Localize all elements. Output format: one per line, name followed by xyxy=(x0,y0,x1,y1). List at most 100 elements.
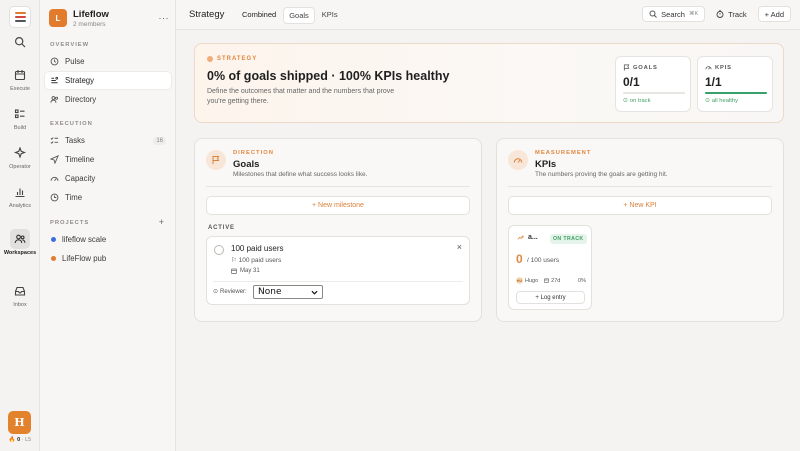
log-entry-button[interactable]: + Log entry xyxy=(516,291,585,304)
rail-build[interactable]: Build xyxy=(0,104,40,131)
rail-label: Inbox xyxy=(13,302,27,308)
workspace-header[interactable]: L Lifeflow 2 members ··· xyxy=(49,7,169,29)
section-overview: OVERVIEW xyxy=(50,42,90,48)
kpis-stat-status: ⊙ all healthy xyxy=(705,98,738,104)
status-badge: ON TRACK xyxy=(550,234,587,244)
user-avatar[interactable]: H xyxy=(8,411,31,434)
view-tabs: Combined Goals KPIs xyxy=(237,7,343,24)
new-milestone-button[interactable]: + New milestone xyxy=(206,196,470,215)
tab-goals[interactable]: Goals xyxy=(283,7,315,24)
kpis-progress-fill xyxy=(705,92,767,94)
add-label: + Add xyxy=(764,9,784,19)
kpis-card-title: KPIs xyxy=(535,159,557,170)
goals-card-description: Milestones that define what success look… xyxy=(233,171,368,178)
rail-inbox[interactable]: Inbox xyxy=(0,281,40,308)
close-icon[interactable]: × xyxy=(457,242,462,252)
search-shortcut: ⌘K xyxy=(688,11,699,17)
milestone-title[interactable]: 100 paid users xyxy=(231,244,283,253)
nav-label: Time xyxy=(65,193,83,202)
kpis-card: MEASUREMENT KPIs The numbers proving the… xyxy=(496,138,784,322)
milestone-checkbox[interactable] xyxy=(214,245,224,255)
rail-operator[interactable]: Operator xyxy=(0,143,40,170)
topbar-actions: Search ⌘K Track + Add xyxy=(642,6,791,22)
milestone-date[interactable]: May 31 xyxy=(231,268,260,274)
sidebar: L Lifeflow 2 members ··· OVERVIEW Pulse … xyxy=(40,0,176,451)
app-root: Execute Build Operator Analytics Workspa… xyxy=(0,0,800,451)
rail-analytics[interactable]: Analytics xyxy=(0,182,40,209)
goals-stat-card[interactable]: GOALS 0/1 ⊙ on track xyxy=(615,56,691,112)
streak-level: · L5 xyxy=(21,437,32,443)
hero-title: 0% of goals shipped · 100% KPIs healthy xyxy=(207,69,450,83)
kpi-target: / 100 users xyxy=(527,257,560,264)
add-button[interactable]: + Add xyxy=(757,6,791,22)
nav-item-capacity[interactable]: Capacity xyxy=(45,170,171,187)
nav-label: Timeline xyxy=(65,155,95,164)
gauge-icon xyxy=(705,66,712,70)
tab-combined[interactable]: Combined xyxy=(237,7,281,24)
check-circle-icon: ⊙ xyxy=(213,289,219,295)
kpis-stat-label-text: KPIS xyxy=(715,64,732,71)
new-kpi-button[interactable]: + New KPI xyxy=(508,196,772,215)
reviewer-selected-value: None xyxy=(258,287,282,297)
milestone-card[interactable]: 100 paid users ⚐ 100 paid users May 31 ×… xyxy=(206,236,470,305)
nav-label: Tasks xyxy=(65,136,85,145)
nav-label: lifeflow scale xyxy=(62,235,107,244)
kpis-progress-bar xyxy=(705,92,767,94)
workspace-badge: L xyxy=(49,9,67,27)
kpi-card[interactable]: a... ON TRACK 0 / 100 users HU Hugo 27d … xyxy=(508,225,592,310)
project-color-dot xyxy=(51,256,56,261)
project-item-lifeflow-scale[interactable]: lifeflow scale xyxy=(45,231,171,248)
milestone-date-text: May 31 xyxy=(240,268,260,274)
more-icon[interactable]: ··· xyxy=(159,13,170,23)
kpi-age: 27d xyxy=(544,278,560,284)
goals-card-title: Goals xyxy=(233,159,260,170)
goals-card-kicker: DIRECTION xyxy=(233,150,274,156)
nav-item-strategy[interactable]: Strategy xyxy=(45,72,171,89)
nav-item-pulse[interactable]: Pulse xyxy=(45,53,171,70)
rail-label: Build xyxy=(13,125,27,131)
milestone-target: ⚐ 100 paid users xyxy=(231,257,282,264)
section-execution: EXECUTION xyxy=(50,121,93,127)
kpis-card-description: The numbers proving the goals are gettin… xyxy=(535,171,668,178)
active-section-label: ACTIVE xyxy=(208,225,235,231)
kpis-status-text: all healthy xyxy=(711,98,738,104)
search-button[interactable]: Search ⌘K xyxy=(642,6,706,22)
kpi-owner: Hugo xyxy=(525,277,539,284)
rail-search[interactable] xyxy=(0,32,40,52)
tasks-count: 16 xyxy=(153,136,166,145)
goals-progress-bar xyxy=(623,92,685,94)
strategy-summary: STRATEGY 0% of goals shipped · 100% KPIs… xyxy=(194,43,784,123)
calendar-icon xyxy=(10,65,30,85)
bar-chart-icon xyxy=(10,182,30,202)
kpis-stat-card[interactable]: KPIS 1/1 ⊙ all healthy xyxy=(697,56,773,112)
project-item-lifeflow-pub[interactable]: LifeFlow pub xyxy=(45,250,171,267)
divider xyxy=(213,281,463,282)
kpi-header: a... xyxy=(517,234,538,241)
nav-item-directory[interactable]: Directory xyxy=(45,91,171,108)
add-project-button[interactable]: + xyxy=(159,217,164,227)
reviewer-select[interactable]: None xyxy=(253,285,323,299)
tab-kpis[interactable]: KPIs xyxy=(317,7,343,24)
nav-item-timeline[interactable]: Timeline xyxy=(45,151,171,168)
app-logo[interactable] xyxy=(9,6,31,28)
kpi-percent: 0% xyxy=(578,277,586,284)
timer-icon xyxy=(716,10,724,18)
nav-label: Directory xyxy=(65,95,97,104)
rail-execute[interactable]: Execute xyxy=(0,65,40,92)
nav-item-time[interactable]: Time xyxy=(45,189,171,206)
nav-label: LifeFlow pub xyxy=(62,254,107,263)
streak-indicator: 🔥 0 · L5 xyxy=(0,437,40,443)
track-label: Track xyxy=(728,9,747,19)
rail-label: Analytics xyxy=(8,203,31,209)
people-icon xyxy=(50,95,59,104)
project-color-dot xyxy=(51,237,56,242)
track-button[interactable]: Track xyxy=(709,6,753,22)
rail-label: Operator xyxy=(9,164,31,170)
topbar: Strategy Combined Goals KPIs Search ⌘K T… xyxy=(176,0,800,30)
search-icon xyxy=(10,32,30,52)
chevron-down-icon xyxy=(311,290,318,295)
avatar: HU xyxy=(516,277,523,284)
nav-item-tasks[interactable]: Tasks 16 xyxy=(45,132,171,149)
users-icon xyxy=(10,229,30,249)
rail-workspaces[interactable]: Workspaces xyxy=(0,229,40,256)
